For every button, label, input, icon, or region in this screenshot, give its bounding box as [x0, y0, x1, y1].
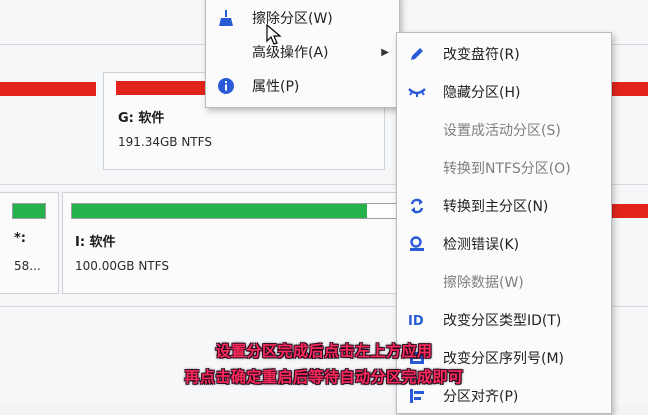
partition-tile-star[interactable]: *: 58...: [0, 192, 59, 294]
menu-item-label: 设置成活动分区(S): [443, 123, 561, 139]
menu-item-wipe-partition[interactable]: 擦除分区(W): [206, 0, 399, 37]
closed-eye-icon: [405, 80, 429, 104]
menu-item-hide-partition[interactable]: 隐藏分区(H): [397, 73, 611, 111]
convert-arrows-icon: [405, 194, 429, 218]
caption-line-2: 再点击确定重启后等待自动分区完成即可: [184, 368, 464, 386]
menu-item-convert-primary[interactable]: 转换到主分区(N): [397, 187, 611, 225]
menu-item-convert-ntfs[interactable]: 转换到NTFS分区(O): [397, 149, 611, 187]
caption-line-1: 设置分区完成后点击左上方应用: [215, 342, 433, 360]
svg-text:ID: ID: [408, 314, 424, 327]
partition-usage-bar: [12, 203, 46, 219]
menu-item-label: 属性(P): [252, 79, 300, 95]
menu-item-label: 隐藏分区(H): [443, 85, 521, 101]
menu-item-label: 高级操作(A): [252, 45, 329, 61]
used-space-fill: [13, 204, 45, 218]
pencil-icon: [405, 42, 429, 66]
menu-item-label: 擦除数据(W): [443, 275, 524, 291]
menu-item-change-drive-letter[interactable]: 改变盘符(R): [397, 35, 611, 73]
menu-item-label: 分区对齐(P): [443, 389, 519, 405]
mouse-cursor-icon: [266, 24, 282, 45]
menu-item-check-errors[interactable]: 检测错误(K): [397, 225, 611, 263]
context-menu: 擦除分区(W) 高级操作(A) ▶ 属性(P): [205, 0, 400, 108]
partition-usage-bar: [71, 203, 397, 219]
menu-item-label: 擦除分区(W): [252, 11, 333, 27]
partition-name: I: 软件: [75, 235, 116, 250]
info-icon: [214, 74, 238, 98]
menu-item-label: 改变盘符(R): [443, 47, 520, 63]
menu-item-label: 转换到主分区(N): [443, 199, 549, 215]
used-space-fill: [72, 204, 367, 218]
partition-name: G: 软件: [118, 111, 165, 126]
partition-usage-bar: [0, 82, 96, 96]
magnifier-icon: [405, 232, 429, 256]
menu-item-label: 转换到NTFS分区(O): [443, 161, 571, 177]
broom-icon: [214, 6, 238, 30]
partition-name: *:: [14, 231, 26, 246]
submenu-arrow-icon: ▶: [381, 46, 389, 58]
menu-item-label: 检测错误(K): [443, 237, 520, 253]
partition-tile-i[interactable]: I: 软件 100.00GB NTFS: [62, 192, 400, 294]
menu-item-change-type-id[interactable]: ID 改变分区类型ID(T): [397, 301, 611, 339]
partition-detail: 100.00GB NTFS: [75, 259, 169, 273]
partition-usage-bar: [612, 204, 648, 218]
menu-item-advanced[interactable]: 高级操作(A) ▶: [206, 33, 399, 71]
menu-item-set-active[interactable]: 设置成活动分区(S): [397, 111, 611, 149]
partition-usage-bar: [612, 82, 648, 96]
partition-detail: 191.34GB NTFS: [118, 135, 212, 149]
id-icon: ID: [405, 308, 429, 332]
menu-item-label: 改变分区类型ID(T): [443, 313, 562, 329]
partition-detail: 58...: [14, 259, 41, 273]
align-icon: [405, 384, 429, 408]
menu-item-properties[interactable]: 属性(P): [206, 67, 399, 105]
menu-item-wipe-data[interactable]: 擦除数据(W): [397, 263, 611, 301]
